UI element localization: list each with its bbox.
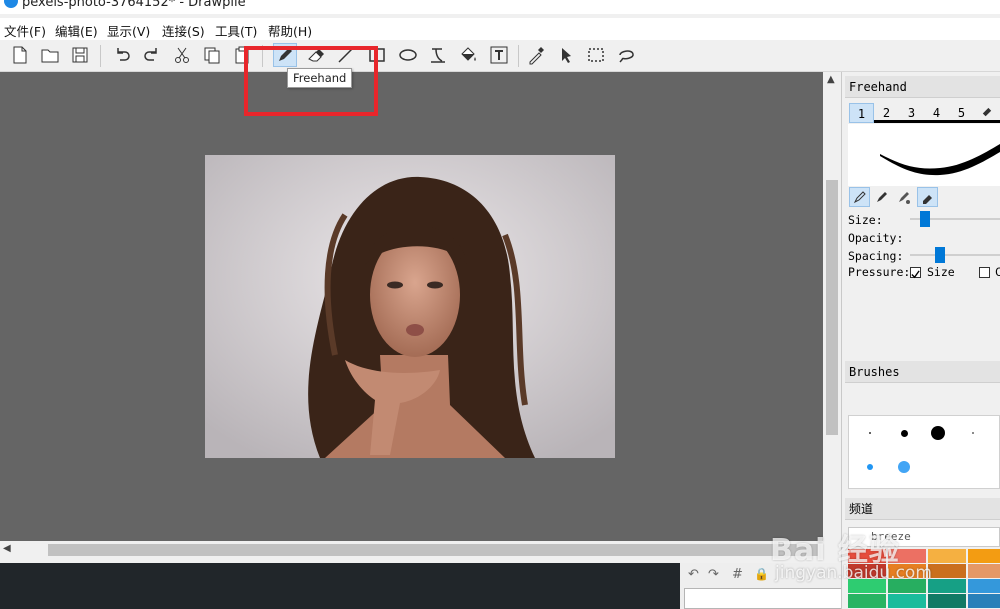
freehand-tooltip: Freehand	[287, 68, 353, 88]
palette-swatch[interactable]	[968, 564, 1000, 578]
pressure-size-checkbox[interactable]	[910, 267, 921, 279]
new-document-icon[interactable]	[8, 43, 32, 67]
pressure-second-label: C	[995, 265, 1000, 279]
brushes-panel-title: Brushes	[845, 361, 1000, 383]
pressure-second-checkbox[interactable]	[979, 267, 990, 278]
stroke-preview	[848, 124, 1000, 186]
brush-mode-brush-icon[interactable]	[871, 187, 892, 207]
title-bar: pexels-photo-3764152* - Drawpile	[0, 0, 1000, 14]
layers-panel-title: 频道	[845, 498, 1000, 520]
cut-icon[interactable]	[170, 43, 194, 67]
opacity-label: Opacity:	[848, 231, 904, 245]
lock-icon[interactable]: 🔒	[754, 567, 769, 581]
redo-icon[interactable]	[140, 43, 164, 67]
brush-preset-dot[interactable]	[972, 432, 974, 434]
palette-swatch[interactable]	[888, 594, 926, 608]
brush-mode-pencil-icon[interactable]	[849, 187, 870, 207]
palette-swatch[interactable]	[928, 579, 966, 593]
grid-icon[interactable]: #	[732, 567, 743, 582]
size-slider-thumb[interactable]	[920, 211, 931, 227]
scroll-up-icon[interactable]: ▲	[827, 74, 835, 85]
pressure-size-label: Size	[927, 265, 955, 279]
brush-preset-blue-soft[interactable]	[898, 461, 910, 473]
palette-swatch[interactable]	[928, 549, 966, 563]
scroll-left-icon[interactable]: ◀	[3, 543, 11, 554]
spacing-label: Spacing:	[848, 249, 904, 263]
tool-panel-title: Freehand	[845, 76, 1000, 98]
preset-underline	[874, 120, 1000, 123]
pressure-label: Pressure:	[848, 265, 911, 279]
palette-swatch[interactable]	[848, 594, 886, 608]
save-icon[interactable]	[68, 43, 92, 67]
spacing-slider-track[interactable]	[910, 254, 1000, 256]
palette-swatch[interactable]	[968, 579, 1000, 593]
select-arrow-icon[interactable]	[554, 43, 578, 67]
brush-preset-large[interactable]	[931, 426, 945, 440]
chat-input[interactable]	[684, 588, 842, 609]
preset-tab-1[interactable]: 1	[849, 103, 874, 123]
palette-swatch[interactable]	[968, 549, 1000, 563]
menu-connect[interactable]: 连接(S)	[162, 21, 205, 40]
bezier-icon[interactable]	[426, 43, 450, 67]
brush-preset-small[interactable]	[901, 430, 908, 437]
open-folder-icon[interactable]	[38, 43, 62, 67]
brushes-list	[848, 415, 1000, 489]
chat-redo-icon[interactable]: ↷	[708, 567, 719, 582]
toolbar-separator	[100, 45, 101, 67]
brush-preset-tiny[interactable]	[869, 432, 871, 434]
size-label: Size:	[848, 213, 883, 227]
baidu-watermark-url: jingyan.baidu.com	[775, 563, 932, 583]
window-title: pexels-photo-3764152* - Drawpile	[22, 0, 246, 10]
canvas-photo[interactable]	[205, 155, 615, 458]
menu-bar: 文件(F) 编辑(E) 显示(V) 连接(S) 工具(T) 帮助(H)	[0, 18, 1000, 40]
undo-icon[interactable]	[110, 43, 134, 67]
menu-help[interactable]: 帮助(H)	[268, 21, 312, 40]
chat-log-area	[0, 563, 680, 609]
rectangle-select-icon[interactable]	[584, 43, 608, 67]
toolbar-separator	[518, 45, 519, 67]
drawpile-logo-icon	[4, 0, 18, 8]
menu-file[interactable]: 文件(F)	[4, 21, 46, 40]
brush-mode-eraser-icon[interactable]	[917, 187, 938, 207]
lasso-select-icon[interactable]	[614, 43, 638, 67]
spacing-slider-thumb[interactable]	[934, 247, 945, 263]
menu-tools[interactable]: 工具(T)	[215, 21, 257, 40]
horizontal-scroll-thumb[interactable]	[48, 544, 818, 556]
menu-view[interactable]: 显示(V)	[107, 21, 150, 40]
chat-undo-icon[interactable]: ↶	[688, 567, 699, 582]
palette-swatch[interactable]	[928, 594, 966, 608]
menu-edit[interactable]: 编辑(E)	[55, 21, 98, 40]
text-tool-icon[interactable]	[487, 43, 511, 67]
toolbar	[0, 41, 1000, 72]
brush-mode-smudge-icon[interactable]	[893, 187, 914, 207]
palette-swatch[interactable]	[968, 594, 1000, 608]
ellipse-icon[interactable]	[396, 43, 420, 67]
copy-icon[interactable]	[200, 43, 224, 67]
fill-bucket-icon[interactable]	[456, 43, 480, 67]
palette-swatch[interactable]	[928, 564, 966, 578]
vertical-scroll-thumb[interactable]	[826, 180, 838, 435]
brush-preset-blue-small[interactable]	[867, 464, 873, 470]
color-picker-icon[interactable]	[524, 43, 548, 67]
